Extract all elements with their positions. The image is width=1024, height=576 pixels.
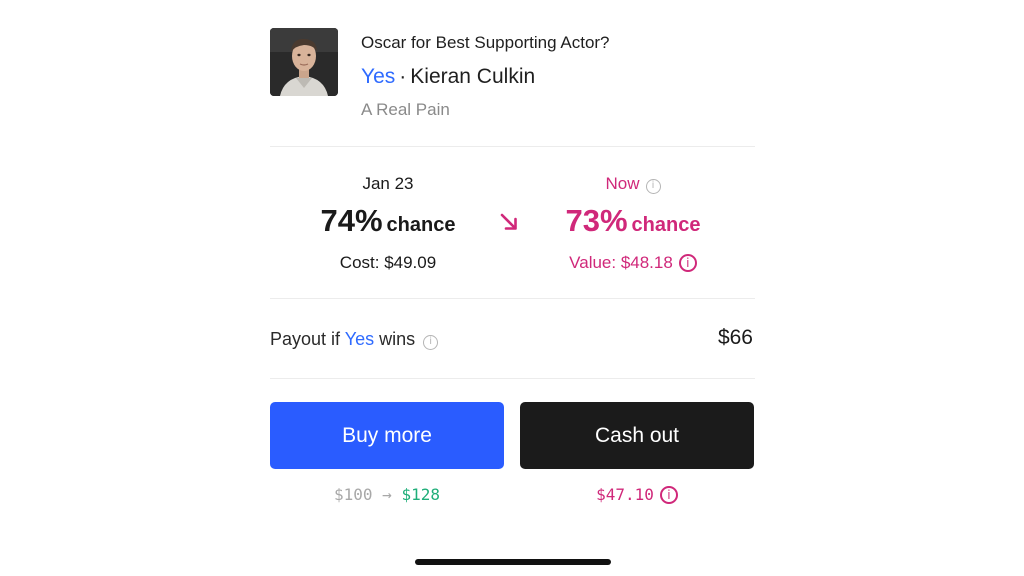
info-icon[interactable]: i	[645, 179, 661, 194]
cash-out-amount-row: $47.10 i	[520, 485, 754, 504]
payout-suffix: wins	[379, 329, 416, 349]
entry-cost: Cost: $49.09	[339, 253, 437, 272]
entry-date: Jan 23	[362, 174, 414, 193]
current-label: Now	[605, 174, 640, 193]
nominee-name: Kieran Culkin	[410, 65, 536, 88]
market-question: Oscar for Best Supporting Actor?	[361, 33, 610, 52]
outcome-side: Yes	[361, 65, 396, 88]
cash-out-button[interactable]: Cash out	[520, 402, 754, 469]
payout-label: Payout if Yes wins i	[270, 329, 439, 350]
current-value: Value: $48.18	[569, 253, 673, 272]
value-info-icon[interactable]: i	[678, 254, 697, 272]
outcome-separator: ·	[399, 65, 407, 88]
entry-chance-word: chance	[386, 214, 456, 236]
divider	[270, 298, 755, 299]
outcome-line: Yes · Kieran Culkin	[361, 65, 535, 89]
position-detail-screen: Oscar for Best Supporting Actor? Yes · Kie…	[0, 0, 1024, 576]
nominee-photo	[270, 28, 338, 96]
arrow-down-right-icon	[500, 213, 517, 230]
current-value-row: Value: $48.18 i	[518, 253, 748, 273]
buy-projection-from: $100	[334, 485, 373, 504]
current-percent: 73%	[565, 203, 628, 238]
entry-percent: 74%	[320, 203, 383, 238]
buy-projection-to: $128	[401, 485, 440, 504]
divider	[270, 378, 755, 379]
payout-prefix: Payout if	[270, 329, 341, 349]
cash-out-amount: $47.10	[596, 485, 654, 504]
current-chance-word: chance	[631, 214, 701, 236]
divider	[270, 146, 755, 147]
payout-info-icon[interactable]: i	[423, 335, 439, 350]
home-indicator[interactable]	[415, 559, 611, 565]
payout-amount: $66	[717, 326, 753, 349]
current-chance: 73% chance	[518, 203, 748, 239]
cash-out-info-icon[interactable]: i	[659, 486, 678, 504]
buy-projection: $100 → $128	[270, 485, 504, 504]
film-title: A Real Pain	[361, 100, 450, 119]
buy-more-button[interactable]: Buy more	[270, 402, 504, 469]
entry-chance: 74% chance	[273, 203, 503, 239]
payout-outcome: Yes	[344, 329, 375, 349]
arrow-right-icon: →	[382, 485, 392, 504]
current-label-row: Now i	[518, 174, 748, 194]
